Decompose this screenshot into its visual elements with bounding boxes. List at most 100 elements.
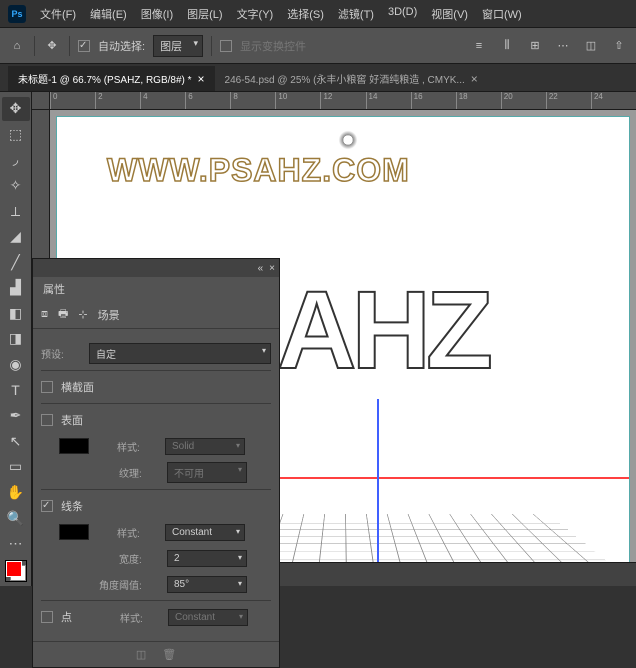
ruler-tick: 10 — [275, 92, 320, 109]
collapse-icon[interactable]: « — [258, 263, 264, 274]
ruler-tick: 20 — [501, 92, 546, 109]
line-color-swatch[interactable] — [59, 524, 89, 540]
gradient-tool[interactable]: ◨ — [2, 327, 30, 351]
wand-tool[interactable]: ✧ — [2, 174, 30, 198]
ruler-horizontal[interactable]: 0 2 4 6 8 10 12 14 16 18 20 22 24 — [50, 92, 636, 110]
more-icon[interactable]: ⋯ — [554, 37, 572, 55]
foreground-color[interactable] — [6, 561, 22, 577]
trash-icon[interactable]: 🗑 — [162, 648, 176, 661]
edit-toolbar[interactable]: ⋯ — [2, 532, 30, 556]
ruler-tick: 18 — [456, 92, 501, 109]
surface-texture-dropdown[interactable]: 不可用 — [167, 462, 247, 483]
3d-coord-icon[interactable]: ⊹ — [78, 308, 87, 321]
shape-tool[interactable]: ▭ — [2, 455, 30, 479]
close-icon[interactable]: × — [198, 72, 205, 86]
menu-filter[interactable]: 滤镜(T) — [332, 4, 380, 24]
3d-light-marker[interactable] — [337, 129, 359, 151]
3d-mesh-icon[interactable]: ⧈ — [41, 308, 48, 321]
preset-dropdown[interactable]: 自定 — [89, 343, 271, 364]
ruler-corner — [32, 92, 50, 110]
home-icon[interactable]: ⌂ — [8, 37, 26, 55]
ruler-tick: 6 — [185, 92, 230, 109]
menu-bar: 文件(F) 编辑(E) 图像(I) 图层(L) 文字(Y) 选择(S) 滤镜(T… — [34, 4, 528, 24]
style-label: 样式: — [117, 525, 157, 540]
tab-untitled[interactable]: 未标题-1 @ 66.7% (PSAHZ, RGB/8#) * × — [8, 66, 215, 91]
surface-checkbox[interactable] — [41, 414, 53, 426]
stamp-tool[interactable]: ▟ — [2, 276, 30, 300]
menu-type[interactable]: 文字(Y) — [231, 4, 280, 24]
properties-panel: « × 属性 ⧈ 🖶 ⊹ 场景 预设: 自定 横截面 表面 样式: Solid … — [32, 258, 280, 668]
angle-threshold-field[interactable]: 85° — [167, 576, 247, 593]
tab-label: 未标题-1 @ 66.7% (PSAHZ, RGB/8#) * — [18, 71, 192, 86]
ruler-tick: 12 — [320, 92, 365, 109]
transform-label: 显示变换控件 — [240, 38, 306, 54]
ruler-tick: 0 — [50, 92, 95, 109]
menu-image[interactable]: 图像(I) — [135, 4, 179, 24]
3d-mode-icon[interactable]: ◫ — [582, 37, 600, 55]
3d-print-icon[interactable]: 🖶 — [58, 305, 68, 324]
close-icon[interactable]: × — [471, 72, 478, 86]
point-style-dropdown[interactable]: Constant — [168, 609, 248, 626]
cross-section-checkbox[interactable] — [41, 381, 53, 393]
pen-tool[interactable]: ✒ — [2, 404, 30, 428]
line-style-dropdown[interactable]: Constant — [165, 524, 245, 541]
ruler-tick: 16 — [411, 92, 456, 109]
render-icon[interactable]: ◫ — [136, 648, 146, 661]
transform-checkbox[interactable] — [220, 40, 232, 52]
watermark-text: WWW.PSAHZ.COM — [107, 152, 410, 189]
move-tool[interactable]: ✥ — [2, 97, 30, 121]
layer-dropdown[interactable]: 图层 — [153, 35, 203, 57]
eraser-tool[interactable]: ◧ — [2, 302, 30, 326]
menu-edit[interactable]: 编辑(E) — [84, 4, 133, 24]
cross-section-label: 横截面 — [61, 379, 94, 395]
crop-tool[interactable]: ⟂ — [2, 199, 30, 223]
move-tool-icon[interactable]: ✥ — [43, 37, 61, 55]
style-label: 样式: — [120, 610, 160, 625]
marquee-tool[interactable]: ⬚ — [2, 123, 30, 147]
texture-label: 纹理: — [119, 465, 159, 480]
preset-label: 预设: — [41, 346, 81, 361]
document-tabs: 未标题-1 @ 66.7% (PSAHZ, RGB/8#) * × 246-54… — [0, 64, 636, 92]
hand-tool[interactable]: ✋ — [2, 481, 30, 505]
menu-3d[interactable]: 3D(D) — [382, 4, 423, 24]
panel-tab-properties[interactable]: 属性 — [33, 277, 279, 301]
line-width-field[interactable]: 2 — [167, 550, 247, 567]
ruler-tick: 8 — [230, 92, 275, 109]
align-icon-3[interactable]: ⊞ — [526, 37, 544, 55]
ruler-tick: 14 — [366, 92, 411, 109]
share-icon[interactable]: ⇧ — [610, 37, 628, 55]
surface-style-dropdown[interactable]: Solid — [165, 438, 245, 455]
menu-window[interactable]: 窗口(W) — [476, 4, 528, 24]
tab-label: 246-54.psd @ 25% (永丰小粮窖 好酒纯粮造 , CMYK... — [225, 71, 465, 86]
path-tool[interactable]: ↖ — [2, 430, 30, 454]
menu-file[interactable]: 文件(F) — [34, 4, 82, 24]
ruler-tick: 4 — [140, 92, 185, 109]
brush-tool[interactable]: ╱ — [2, 250, 30, 274]
type-tool[interactable]: T — [2, 378, 30, 402]
tab-246-54[interactable]: 246-54.psd @ 25% (永丰小粮窖 好酒纯粮造 , CMYK... … — [215, 66, 488, 91]
eyedropper-tool[interactable]: ◢ — [2, 225, 30, 249]
angle-label: 角度阈值: — [99, 577, 159, 592]
toolbox: ✥ ⬚ ◞ ✧ ⟂ ◢ ╱ ▟ ◧ ◨ ◉ T ✒ ↖ ▭ ✋ 🔍 ⋯ — [0, 92, 32, 586]
lasso-tool[interactable]: ◞ — [2, 148, 30, 172]
ruler-tick: 22 — [546, 92, 591, 109]
width-label: 宽度: — [119, 551, 159, 566]
color-swatches[interactable] — [5, 560, 27, 582]
surface-color-swatch[interactable] — [59, 438, 89, 454]
menu-select[interactable]: 选择(S) — [281, 4, 330, 24]
point-label: 点 — [61, 609, 72, 625]
auto-select-checkbox[interactable] — [78, 40, 90, 52]
3d-axis-z — [377, 399, 379, 579]
options-bar: ⌂ ✥ 自动选择: 图层 显示变换控件 ≡ ⫼ ⊞ ⋯ ◫ ⇧ — [0, 28, 636, 64]
align-icon-1[interactable]: ≡ — [470, 37, 488, 55]
line-label: 线条 — [61, 498, 83, 514]
3d-text-object[interactable]: AHZ — [277, 267, 488, 394]
align-icon-2[interactable]: ⫼ — [498, 37, 516, 55]
point-checkbox[interactable] — [41, 611, 53, 623]
close-icon[interactable]: × — [269, 263, 275, 274]
menu-layer[interactable]: 图层(L) — [181, 4, 228, 24]
menu-view[interactable]: 视图(V) — [425, 4, 474, 24]
zoom-tool[interactable]: 🔍 — [2, 506, 30, 530]
line-checkbox[interactable] — [41, 500, 53, 512]
smudge-tool[interactable]: ◉ — [2, 353, 30, 377]
